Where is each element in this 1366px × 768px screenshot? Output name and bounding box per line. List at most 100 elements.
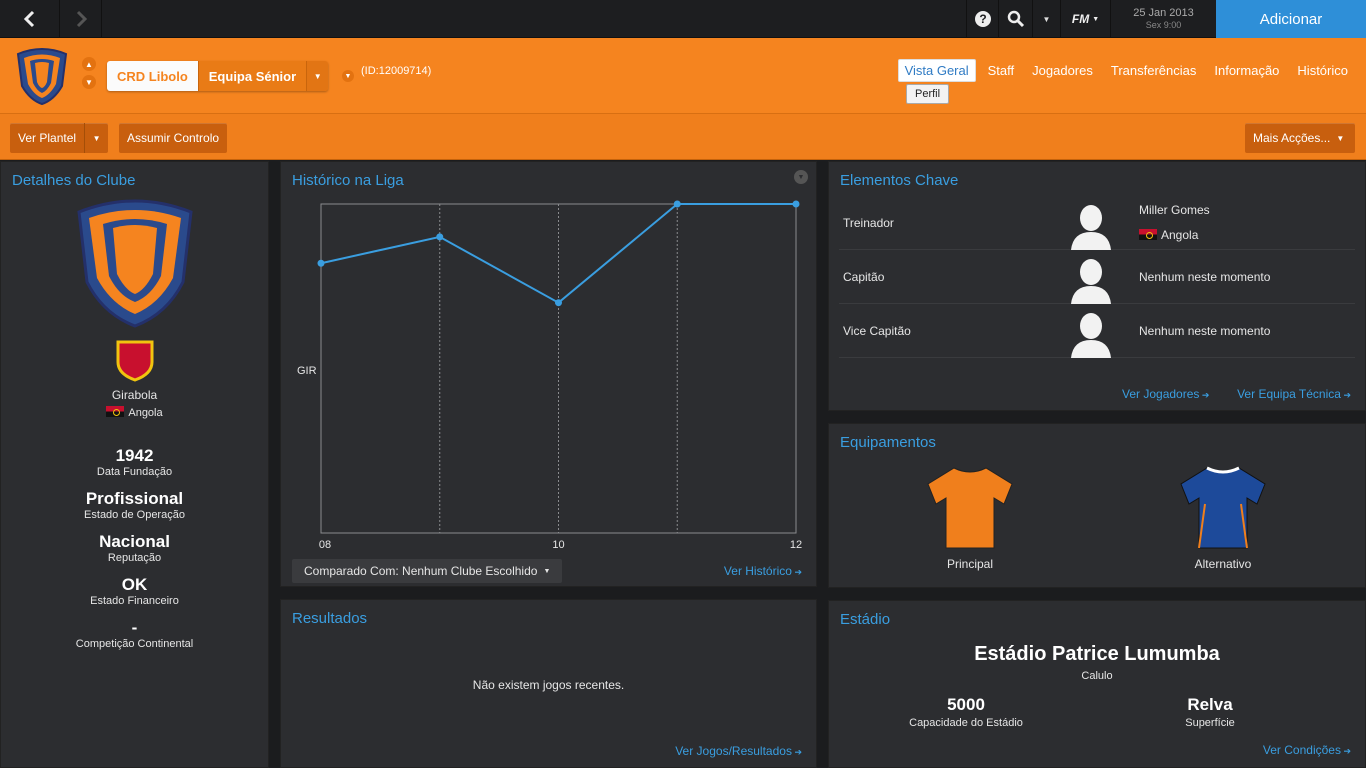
more-actions-button[interactable]: Mais Acções... ▼ [1245,123,1355,153]
top-bar: ? ▼ FM ▼ 25 Jan 2013 Sex 9:00 Adicionar [0,0,1366,38]
view-results-link[interactable]: Ver Jogos/Resultados [675,744,802,758]
data-point [673,200,681,208]
search-button[interactable] [998,0,1032,38]
league-name: Girabola [111,388,158,402]
stat-reputation: Nacional Reputação [99,532,170,564]
club-id: (ID:12009714) [361,65,432,77]
kits-panel: Equipamentos Principal Alternativo [828,423,1366,588]
game-date[interactable]: 25 Jan 2013 Sex 9:00 [1110,0,1216,38]
chevron-down-icon: ▼ [1336,133,1345,143]
data-point [317,259,325,267]
stadium-city: Calulo [1081,670,1113,682]
club-name-button[interactable]: CRD Libolo [107,61,198,91]
team-selector[interactable]: Equipa Sénior [197,61,307,91]
club-selector: CRD Libolo Equipa Sénior ▼ [107,61,329,91]
results-panel: Resultados Não existem jogos recentes. V… [280,599,817,768]
chevron-down-icon: ▼ [1092,15,1100,23]
club-arrows: ▲ ▼ [82,57,96,93]
stat-founded: 1942 Data Fundação [96,446,173,478]
club-nation: Angola [1,406,268,419]
panel-title: Resultados [292,610,368,627]
chevron-down-icon: ▼ [344,72,352,80]
league-history-panel: Histórico na Liga ▼ 08 10 12 GIR Comparado … [280,161,817,587]
subtab-perfil[interactable]: Perfil [906,84,950,104]
chevron-down-icon: ▼ [797,173,805,181]
header-tabs: Vista Geral Staff Jogadores Transferênci… [897,58,1366,82]
data-point [792,200,800,208]
stadium-panel: Estádio Estádio Patrice Lumumba Calulo 5… [828,600,1366,768]
compare-club-dropdown[interactable]: Comparado Com: Nenhum Clube Escolhido ▼ [292,559,563,583]
tab-vista-geral[interactable]: Vista Geral [897,58,976,82]
panel-options-button[interactable]: ▼ [794,170,808,184]
chevron-down-icon[interactable]: ▼ [84,123,108,153]
forward-button[interactable] [60,0,102,38]
search-dropdown[interactable]: ▼ [1032,0,1060,38]
view-squad-button[interactable]: Ver Plantel ▼ [10,123,109,153]
angola-flag-icon [106,406,125,417]
next-club-button[interactable]: ▼ [82,75,96,89]
person-nation: Angola [1139,228,1198,242]
chevron-down-icon: ▼ [313,71,322,81]
continue-button[interactable]: Adicionar [1216,0,1366,38]
role-label: Treinador [843,216,894,230]
stadium-name: Estádio Patrice Lumumba [974,643,1220,665]
panel-title: Detalhes do Clube [12,172,136,189]
help-button[interactable]: ? [966,0,998,38]
chevron-right-icon [76,10,87,28]
person-silhouette-icon [1071,205,1111,250]
chevron-down-icon: ▼ [85,77,93,87]
panel-title: Histórico na Liga [292,172,404,189]
data-point [555,299,562,307]
tab-staff[interactable]: Staff [988,63,1015,78]
key-person-row[interactable]: Capitão Nenhum neste momento [839,250,1355,304]
panel-title: Equipamentos [840,434,936,451]
previous-club-button[interactable]: ▲ [82,57,96,71]
y-tick-label: GIR [297,365,317,377]
search-icon [1007,10,1024,28]
away-shirt-icon[interactable] [1177,464,1269,550]
panel-title: Estádio [840,611,891,628]
tab-informacao[interactable]: Informação [1214,63,1279,78]
key-person-row[interactable]: Vice Capitão Nenhum neste momento [839,304,1355,358]
person-silhouette-icon [1071,259,1111,304]
person-name: Nenhum neste momento [1139,270,1271,284]
home-shirt-icon[interactable] [924,464,1016,550]
league-badge-icon [116,340,154,382]
key-person-row[interactable]: Treinador Miller Gomes Angola [839,196,1355,250]
club-crest-icon [16,48,68,106]
angola-flag-icon [1139,229,1157,240]
chevron-down-icon: ▼ [1042,14,1051,24]
empty-results-message: Não existem jogos recentes. [472,678,625,692]
chevron-down-icon: ▼ [543,567,551,575]
take-control-button[interactable]: Assumir Controlo [119,123,228,153]
view-players-link[interactable]: Ver Jogadores [1122,387,1209,401]
person-name[interactable]: Miller Gomes [1139,203,1210,217]
chevron-left-icon [23,10,34,28]
x-tick-label: 10 [552,539,564,551]
team-dropdown-button[interactable]: ▼ [306,61,329,91]
date-label: 25 Jan 2013 [1133,7,1194,19]
role-label: Capitão [843,270,885,284]
home-kit-label: Principal [946,557,994,571]
time-label: Sex 9:00 [1145,20,1182,30]
away-kit-label: Alternativo [1194,557,1252,571]
fm-menu-button[interactable]: FM ▼ [1060,0,1110,38]
key-people-panel: Elementos Chave Treinador Miller Gomes A… [828,161,1366,411]
tab-jogadores[interactable]: Jogadores [1032,63,1093,78]
stat-finances: OK Estado Financeiro [90,575,179,607]
action-toolbar: Ver Plantel ▼ Assumir Controlo Mais Acçõe… [0,114,1366,160]
view-conditions-link[interactable]: Ver Condições [1263,743,1351,757]
person-silhouette-icon [1071,313,1111,358]
back-button[interactable] [0,0,60,38]
club-crest-large-icon [77,199,193,328]
stat-status: Profissional Estado de Operação [84,489,185,521]
tab-historico[interactable]: Histórico [1297,63,1348,78]
help-icon: ? [974,11,991,27]
stat-continental: - Competição Continental [75,618,194,650]
view-staff-link[interactable]: Ver Equipa Técnica [1237,387,1351,401]
view-history-link[interactable]: Ver Histórico [724,564,802,578]
club-details-panel: Detalhes do Clube Girabola Angola 1942 Da… [0,161,269,768]
club-options-button[interactable]: ▼ [342,70,354,82]
tab-transferencias[interactable]: Transferências [1111,63,1197,78]
league-history-chart: 08 10 12 GIR [297,200,802,551]
